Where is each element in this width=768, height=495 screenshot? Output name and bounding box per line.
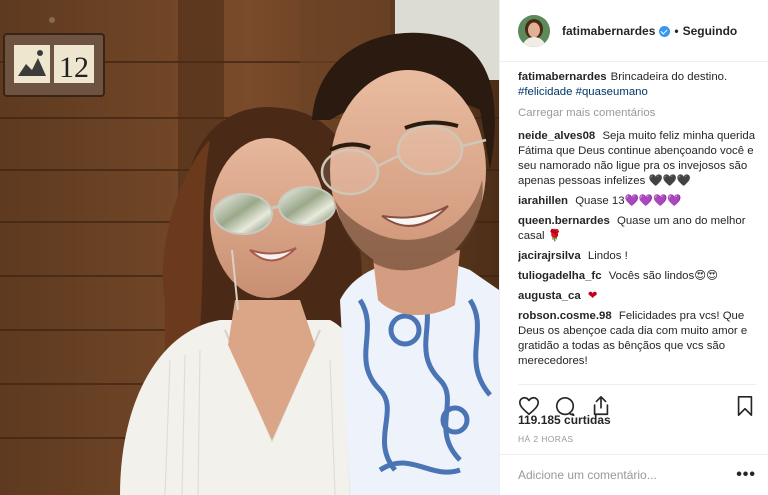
comment-text: Vocês são lindos😍😍 — [608, 270, 718, 282]
comments-list[interactable]: fatimabernardes Brincadeira do destino. #… — [518, 70, 758, 380]
following-button[interactable]: Seguindo — [683, 24, 738, 38]
caption: fatimabernardes Brincadeira do destino. #… — [518, 70, 758, 100]
post-side-panel: fatimabernardes • Seguindo fatimabernard… — [499, 0, 768, 495]
verified-badge-icon — [659, 26, 671, 37]
post-photo[interactable]: 12 — [0, 0, 499, 495]
comment-username[interactable]: iarahillen — [518, 195, 568, 207]
comment-text: ❤ — [587, 290, 598, 302]
add-comment-input[interactable] — [518, 468, 737, 482]
comment-item: jacirajrsilva Lindos ! — [518, 249, 758, 264]
avatar-image — [518, 14, 550, 47]
comment-text: Lindos ! — [587, 250, 628, 262]
profile-avatar[interactable] — [518, 14, 550, 47]
header-username[interactable]: fatimabernardes — [562, 24, 655, 38]
room-number: 12 — [59, 51, 89, 84]
photo-couple-selfie: 12 — [0, 0, 499, 495]
post-header: fatimabernardes • Seguindo — [500, 0, 768, 62]
likes-count[interactable]: 119.185 curtidas — [518, 413, 611, 427]
comment-item: queen.bernardes Quase um ano do melhor c… — [518, 214, 758, 244]
comment-item: iarahillen Quase 13💜💜💜💜 — [518, 194, 758, 209]
header-separator: • — [674, 23, 679, 38]
add-comment-bar: ••• — [500, 454, 768, 495]
more-options-icon[interactable]: ••• — [736, 466, 756, 484]
comment-item: tuliogadelha_fc Vocês são lindos😍😍 — [518, 269, 758, 284]
comment-username[interactable]: robson.cosme.98 — [518, 310, 612, 322]
comment-username[interactable]: neide_alves08 — [518, 130, 595, 142]
comment-text: Quase 13💜💜💜💜 — [575, 195, 682, 207]
hashtag-link[interactable]: #quaseumano — [576, 86, 648, 98]
comment-username[interactable]: jacirajrsilva — [518, 250, 581, 262]
load-more-comments-button[interactable]: Carregar mais comentários — [518, 106, 758, 121]
comment-item: robson.cosme.98 Felicidades pra vcs! Que… — [518, 309, 758, 369]
hashtag-link[interactable]: #felicidade — [518, 86, 572, 98]
post-timestamp[interactable]: HÁ 2 HORAS — [518, 434, 574, 444]
comment-username[interactable]: augusta_ca — [518, 290, 581, 302]
comment-item: neide_alves08 Seja muito feliz minha que… — [518, 129, 758, 189]
caption-text: Brincadeira do destino. — [610, 71, 728, 83]
comment-username[interactable]: tuliogadelha_fc — [518, 270, 602, 282]
comment-item: augusta_ca ❤ — [518, 289, 758, 304]
comment-username[interactable]: queen.bernardes — [518, 215, 610, 227]
caption-username[interactable]: fatimabernardes — [518, 71, 607, 83]
bookmark-icon[interactable] — [734, 395, 756, 417]
